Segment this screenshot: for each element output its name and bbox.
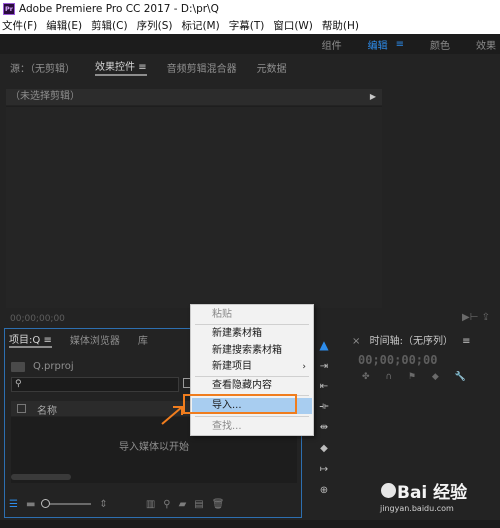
source-panel-icons: ▶⊢ ⇪ (462, 312, 490, 323)
clip-header-label: （未选择剪辑） (10, 91, 80, 102)
project-tab-menu-icon[interactable]: ≡ (43, 335, 51, 346)
icon-view-icon[interactable]: ▬ (26, 499, 35, 510)
linked-selection-icon[interactable]: ∩ (385, 372, 392, 382)
audio-filter-icon[interactable]: ▶⊢ (462, 312, 478, 323)
menu-item-view-hidden[interactable]: 查看隐藏内容 (192, 378, 312, 394)
menu-help[interactable]: 帮助(H) (322, 18, 359, 33)
menu-separator (195, 324, 309, 325)
menu-item-new-item[interactable]: 新建项目 › (192, 359, 312, 375)
menu-title[interactable]: 字幕(T) (229, 18, 265, 33)
snap-icon[interactable]: ✤ (362, 372, 370, 382)
timeline-timecode: 00;00;00;00 (358, 353, 438, 367)
tab-audio-clip-mixer[interactable]: 音频剪辑混合器 (167, 60, 237, 75)
source-panel: 源：（无剪辑） 效果控件 ≡ 音频剪辑混合器 元数据 （未选择剪辑） ▶ 00;… (4, 56, 496, 326)
trash-icon[interactable]: 🗑 (212, 499, 225, 510)
slide-tool-icon[interactable]: ⊕ (317, 484, 331, 498)
watermark-brand: Bai 经验 (397, 483, 468, 503)
baidu-watermark: Bai 经验 jingyan.baidu.com (380, 478, 467, 513)
export-icon[interactable]: ⇪ (482, 312, 490, 323)
select-all-checkbox[interactable] (17, 404, 26, 413)
project-file-icon (11, 361, 25, 372)
close-icon[interactable]: × (352, 336, 360, 347)
tab-project[interactable]: 项目:Q ≡ (9, 331, 52, 348)
clip-header: （未选择剪辑） ▶ (6, 89, 382, 105)
annotation-highlight-box (183, 394, 297, 414)
project-search-input[interactable]: ⚲ (11, 377, 179, 392)
annotation-arrow-icon (161, 406, 183, 425)
menu-item-paste[interactable]: 粘贴 (192, 307, 312, 323)
automate-to-sequence-icon[interactable]: ▥ (146, 499, 155, 510)
search-icon: ⚲ (15, 379, 22, 389)
list-view-icon[interactable]: ☰ (9, 499, 18, 510)
find-icon[interactable]: ⚲ (163, 499, 170, 510)
source-panel-tabs: 源：（无剪辑） 效果控件 ≡ 音频剪辑混合器 元数据 (4, 56, 496, 78)
workspace-assembly[interactable]: 组件 (322, 37, 342, 52)
title-bar: Pr Adobe Premiere Pro CC 2017 - D:\pr\Q (0, 0, 500, 17)
tab-libraries[interactable]: 库 (138, 332, 148, 347)
zoom-slider[interactable] (41, 499, 92, 508)
tab-media-browser[interactable]: 媒体浏览器 (70, 332, 120, 347)
submenu-arrow-icon: › (302, 362, 306, 372)
empty-project-message: 导入媒体以开始 (119, 442, 189, 453)
timeline-tab[interactable]: × 时间轴:（无序列） ≡ (352, 332, 471, 347)
project-file-name: Q.prproj (33, 361, 74, 372)
timeline-tab-menu-icon[interactable]: ≡ (462, 336, 470, 347)
timeline-controls: ✤ ∩ ⚑ ◆ 🔧 (362, 372, 479, 382)
menu-markers[interactable]: 标记(M) (181, 18, 219, 33)
horizontal-scrollbar[interactable] (11, 474, 71, 480)
premiere-app-icon: Pr (3, 2, 15, 15)
zoom-slider-knob[interactable] (41, 499, 51, 508)
menu-file[interactable]: 文件(F) (2, 18, 37, 33)
ripple-edit-tool-icon[interactable]: ⇤ (317, 380, 331, 394)
tab-effect-controls-label: 效果控件 (95, 62, 135, 73)
selection-tool-icon[interactable]: ▲ (317, 338, 331, 352)
tab-source[interactable]: 源：（无剪辑） (10, 60, 75, 75)
tab-project-label: 项目:Q (9, 334, 41, 346)
menu-sequence[interactable]: 序列(S) (137, 18, 173, 33)
slip-tool-icon[interactable]: ↦ (317, 463, 331, 477)
tab-metadata[interactable]: 元数据 (257, 60, 287, 75)
new-item-icon[interactable]: ▤ (194, 499, 203, 510)
play-arrow-icon[interactable]: ▶ (370, 89, 376, 105)
menu-edit[interactable]: 编辑(E) (46, 18, 82, 33)
workspace-editing[interactable]: 编辑 (368, 37, 388, 52)
status-strip (0, 520, 500, 528)
rolling-edit-tool-icon[interactable]: ⟛ (317, 400, 331, 414)
project-footer-toolbar: ☰ ▬ ⇕ ▥ ⚲ ▰ ▤ 🗑 (9, 496, 297, 512)
tab-menu-icon[interactable]: ≡ (138, 62, 146, 73)
menu-separator (195, 416, 309, 417)
marker-icon[interactable]: ◆ (432, 372, 439, 382)
timeline-tab-label: 时间轴:（无序列） (369, 336, 453, 347)
project-file: Q.prproj (11, 361, 74, 372)
rate-stretch-tool-icon[interactable]: ⇹ (317, 421, 331, 435)
menu-clip[interactable]: 剪辑(C) (91, 18, 128, 33)
menu-item-new-search-bin[interactable]: 新建搜索素材箱 (192, 343, 312, 359)
column-name-header[interactable]: 名称 (37, 402, 57, 417)
workspace-color[interactable]: 颜色 (430, 37, 450, 52)
new-bin-icon[interactable]: ▰ (179, 499, 187, 510)
watermark-url: jingyan.baidu.com (380, 504, 454, 513)
menu-item-new-bin[interactable]: 新建素材箱 (192, 326, 312, 342)
menu-item-new-item-label: 新建项目 (212, 361, 252, 372)
effect-controls-area (6, 106, 382, 308)
razor-tool-icon[interactable]: ◆ (317, 442, 331, 456)
menu-item-find[interactable]: 查找... (192, 419, 312, 435)
track-select-tool-icon[interactable]: ⇥ (317, 360, 331, 374)
menu-separator (195, 376, 309, 377)
paw-icon (381, 483, 396, 498)
menu-window[interactable]: 窗口(W) (273, 18, 313, 33)
baidu-logo: Bai 经验 (380, 478, 467, 503)
menu-bar: 文件(F) 编辑(E) 剪辑(C) 序列(S) 标记(M) 字幕(T) 窗口(W… (0, 17, 500, 34)
workspace-bar: 组件 编辑 ≡ 颜色 效果 (0, 34, 500, 54)
workspace-menu-icon[interactable]: ≡ (396, 39, 404, 50)
window-title: Adobe Premiere Pro CC 2017 - D:\pr\Q (19, 2, 219, 15)
workspace-effects[interactable]: 效果 (476, 37, 496, 52)
add-marker-icon[interactable]: ⚑ (408, 372, 416, 382)
sort-icon[interactable]: ⇕ (99, 499, 107, 510)
context-menu: 粘贴 新建素材箱 新建搜索素材箱 新建项目 › 查看隐藏内容 导入... 查找.… (190, 304, 314, 436)
source-timecode: 00;00;00;00 (10, 314, 65, 324)
wrench-icon[interactable]: 🔧 (455, 372, 466, 382)
tab-effect-controls[interactable]: 效果控件 ≡ (95, 58, 147, 76)
